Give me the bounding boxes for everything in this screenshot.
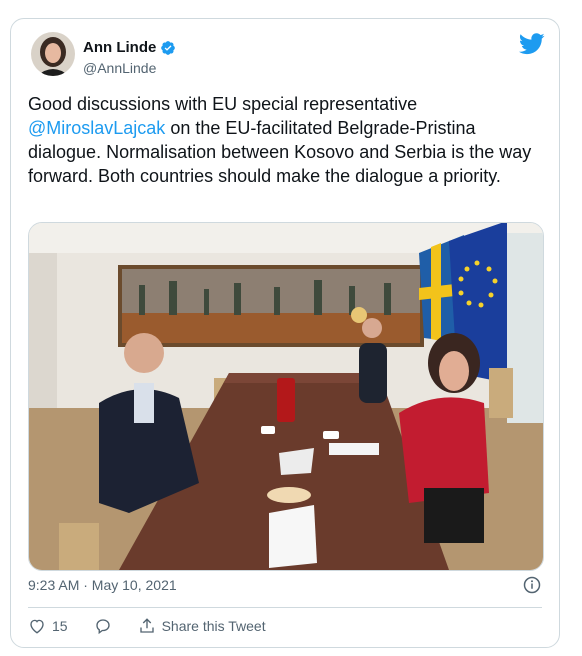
twitter-bird-icon[interactable]	[519, 33, 545, 55]
like-button[interactable]: 15	[28, 617, 68, 635]
mention-link[interactable]: @MiroslavLajcak	[28, 118, 165, 138]
tweet-text-before: Good discussions with EU special represe…	[28, 94, 418, 114]
heart-icon	[30, 619, 44, 634]
author-name[interactable]: Ann Linde	[83, 39, 156, 56]
reply-icon	[95, 619, 110, 635]
author-handle[interactable]: @AnnLinde	[83, 60, 156, 76]
info-icon[interactable]	[523, 576, 541, 594]
reply-button[interactable]	[94, 617, 112, 635]
tweet-card: Ann Linde @AnnLinde Good discussions wit…	[10, 18, 560, 648]
tweet-timestamp[interactable]: 9:23 AM · May 10, 2021	[28, 577, 177, 593]
share-label: Share this Tweet	[161, 618, 266, 634]
tweet-text: Good discussions with EU special represe…	[28, 92, 548, 188]
divider	[28, 607, 542, 608]
verified-badge-icon	[161, 40, 176, 55]
author-name-row: Ann Linde	[83, 39, 176, 56]
avatar[interactable]	[31, 32, 75, 76]
action-bar: 15 Share this Tweet	[28, 617, 292, 635]
like-count: 15	[52, 618, 68, 634]
tweet-photo[interactable]	[28, 222, 544, 571]
share-button[interactable]: Share this Tweet	[138, 617, 266, 635]
share-icon	[139, 618, 154, 633]
